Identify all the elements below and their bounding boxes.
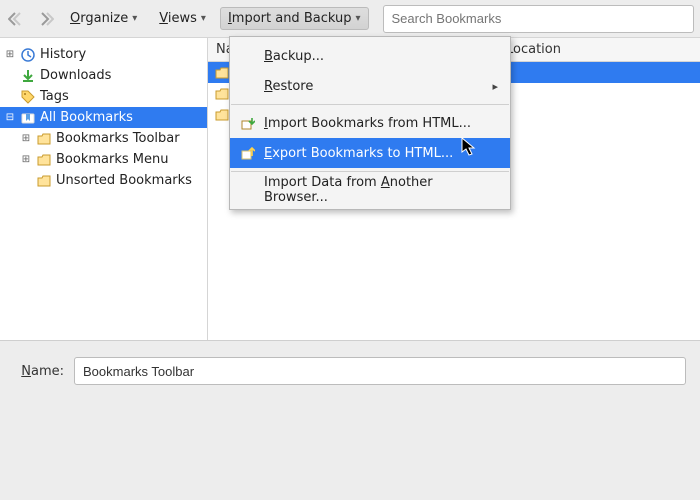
sidebar: ⊞ History Downloads Tags ⊟ All Bookmarks…: [0, 38, 208, 340]
collapse-icon[interactable]: ⊟: [4, 112, 16, 124]
bookmarks-icon: [20, 110, 36, 126]
column-header-location[interactable]: Location: [498, 42, 700, 57]
tree-item-all-bookmarks[interactable]: ⊟ All Bookmarks: [0, 107, 207, 128]
menu-item-export-html[interactable]: Export Bookmarks to HTML...: [230, 138, 510, 168]
tree-item-bookmarks-toolbar[interactable]: ⊞ Bookmarks Toolbar: [0, 128, 207, 149]
tree-item-unsorted-bookmarks[interactable]: Unsorted Bookmarks: [0, 170, 207, 191]
tag-icon: [20, 89, 36, 105]
import-icon: [240, 115, 256, 131]
chevron-down-icon: ▾: [132, 13, 137, 24]
import-backup-dropdown: Backup... Restore ▸ Import Bookmarks fro…: [229, 36, 511, 210]
tree-item-bookmarks-menu[interactable]: ⊞ Bookmarks Menu: [0, 149, 207, 170]
menu-item-restore[interactable]: Restore ▸: [230, 71, 510, 101]
folder-icon: [36, 131, 52, 147]
name-input[interactable]: [74, 357, 686, 385]
tree-item-tags[interactable]: Tags: [0, 86, 207, 107]
expand-icon[interactable]: ⊞: [20, 133, 32, 145]
search-input[interactable]: [383, 5, 695, 33]
download-icon: [20, 68, 36, 84]
chevron-down-icon: ▾: [355, 13, 360, 24]
name-label: Name:: [14, 364, 64, 379]
export-icon: [240, 145, 256, 161]
submenu-arrow-icon: ▸: [492, 80, 498, 93]
details-pane: Name:: [0, 340, 700, 500]
chevron-down-icon: ▾: [201, 13, 206, 24]
menu-item-import-html[interactable]: Import Bookmarks from HTML...: [230, 108, 510, 138]
menu-item-import-browser[interactable]: Import Data from Another Browser...: [230, 175, 510, 205]
folder-icon: [214, 86, 230, 102]
folder-icon: [36, 173, 52, 189]
views-menu[interactable]: Views▾: [151, 7, 214, 30]
folder-icon: [214, 107, 230, 123]
forward-button[interactable]: [34, 8, 56, 30]
tree-label: Unsorted Bookmarks: [56, 173, 192, 188]
tree-label: Downloads: [40, 68, 111, 83]
folder-icon: [214, 65, 230, 81]
toolbar: Organize▾ Views▾ Import and Backup▾: [0, 0, 700, 38]
import-backup-menu[interactable]: Import and Backup▾: [220, 7, 369, 30]
expand-icon[interactable]: ⊞: [20, 154, 32, 166]
menu-item-backup[interactable]: Backup...: [230, 41, 510, 71]
tree-label: Bookmarks Toolbar: [56, 131, 180, 146]
tree-label: All Bookmarks: [40, 110, 133, 125]
menu-separator: [231, 171, 509, 172]
organize-menu[interactable]: Organize▾: [62, 7, 145, 30]
back-button[interactable]: [6, 8, 28, 30]
tree-label: Tags: [40, 89, 69, 104]
folder-icon: [36, 152, 52, 168]
expand-icon[interactable]: ⊞: [4, 49, 16, 61]
tree-item-history[interactable]: ⊞ History: [0, 44, 207, 65]
clock-icon: [20, 47, 36, 63]
tree-item-downloads[interactable]: Downloads: [0, 65, 207, 86]
tree-label: History: [40, 47, 86, 62]
menu-separator: [231, 104, 509, 105]
tree-label: Bookmarks Menu: [56, 152, 168, 167]
